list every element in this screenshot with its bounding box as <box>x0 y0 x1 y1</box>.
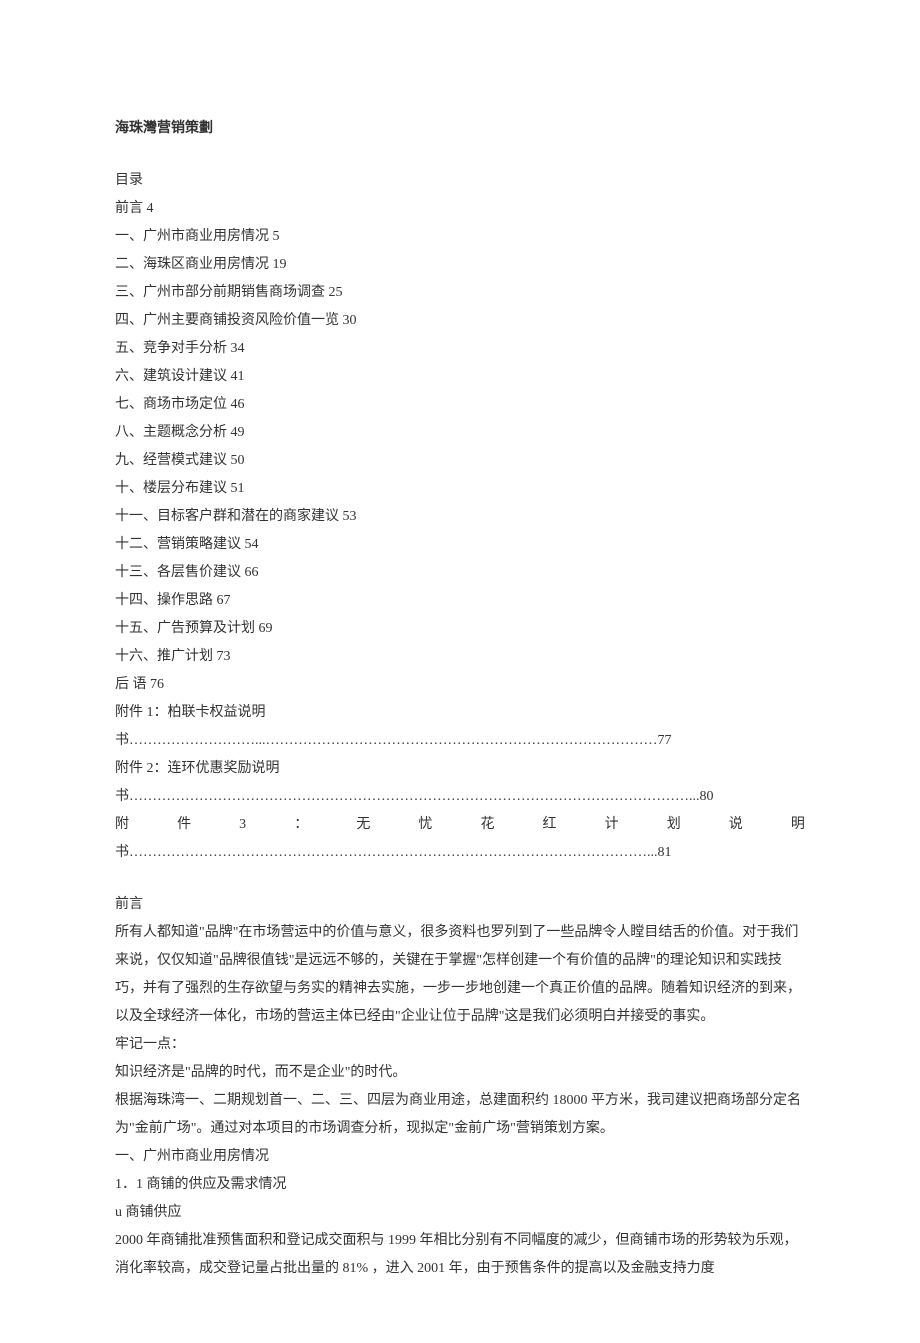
document-title: 海珠灣营销策劃 <box>115 115 805 143</box>
toc-item: 三、广州市部分前期销售商场调查 25 <box>115 279 805 307</box>
preface-para-1: 所有人都知道"品牌"在市场营运中的价值与意义，很多资料也罗列到了一些品牌令人瞠目… <box>115 919 805 1031</box>
appendix-3-char: 明 <box>791 811 805 839</box>
appendix-3-line1: 附 件 3 ： 无 忧 花 红 计 划 说 明 <box>115 811 805 839</box>
toc-item: 五、竞争对手分析 34 <box>115 335 805 363</box>
appendix-item: 附件 2：连环优惠奖励说明书……………………………………………………………………… <box>115 755 805 811</box>
appendix-3-char: 红 <box>543 811 557 839</box>
toc-item: 六、建筑设计建议 41 <box>115 363 805 391</box>
toc-item: 十六、推广计划 73 <box>115 643 805 671</box>
toc-item: 十四、操作思路 67 <box>115 587 805 615</box>
appendix-3-char: 说 <box>729 811 743 839</box>
toc-item: 八、主题概念分析 49 <box>115 419 805 447</box>
appendix-3-char: 件 <box>177 811 191 839</box>
toc-item: 十三、各层售价建议 66 <box>115 559 805 587</box>
appendix-3-char: 计 <box>605 811 619 839</box>
appendix-list: 附件 1：柏联卡权益说明书………………………...………………………………………… <box>115 699 805 811</box>
section-1-bullet: u 商铺供应 <box>115 1199 805 1227</box>
appendix-3-char: 划 <box>667 811 681 839</box>
appendix-3-char: 3 <box>239 811 246 839</box>
toc-item: 前言 4 <box>115 195 805 223</box>
appendix-3-char: 无 <box>356 811 370 839</box>
toc-item: 十五、广告预算及计划 69 <box>115 615 805 643</box>
toc-item: 九、经营模式建议 50 <box>115 447 805 475</box>
toc-item: 十、楼层分布建议 51 <box>115 475 805 503</box>
toc-item: 十一、目标客户群和潜在的商家建议 53 <box>115 503 805 531</box>
preface-para-2: 牢记一点： <box>115 1031 805 1059</box>
preface-heading: 前言 <box>115 891 805 919</box>
toc-list: 前言 4一、广州市商业用房情况 5二、海珠区商业用房情况 19三、广州市部分前期… <box>115 195 805 699</box>
appendix-3-char: 附 <box>115 811 129 839</box>
section-1-sub: 1．1 商铺的供应及需求情况 <box>115 1171 805 1199</box>
appendix-item: 附件 1：柏联卡权益说明书………………………...………………………………………… <box>115 699 805 755</box>
appendix-3-line2: 书…………………………………………………………………………………………………..… <box>115 839 805 867</box>
preface-para-3: 知识经济是"品牌的时代，而不是企业"的时代。 <box>115 1059 805 1087</box>
toc-item: 一、广州市商业用房情况 5 <box>115 223 805 251</box>
toc-item: 七、商场市场定位 46 <box>115 391 805 419</box>
toc-item: 十二、营销策略建议 54 <box>115 531 805 559</box>
appendix-3-char: ： <box>294 811 308 839</box>
toc-item: 四、广州主要商铺投资风险价值一览 30 <box>115 307 805 335</box>
preface-para-4: 根据海珠湾一、二期规划首一、二、三、四层为商业用途，总建面积约 18000 平方… <box>115 1087 805 1143</box>
toc-item: 后 语 76 <box>115 671 805 699</box>
toc-item: 二、海珠区商业用房情况 19 <box>115 251 805 279</box>
appendix-3-char: 忧 <box>418 811 432 839</box>
appendix-3-char: 花 <box>480 811 494 839</box>
section-1-heading: 一、广州市商业用房情况 <box>115 1143 805 1171</box>
section-1-para: 2000 年商铺批准预售面积和登记成交面积与 1999 年相比分别有不同幅度的减… <box>115 1227 805 1283</box>
toc-header: 目录 <box>115 167 805 195</box>
